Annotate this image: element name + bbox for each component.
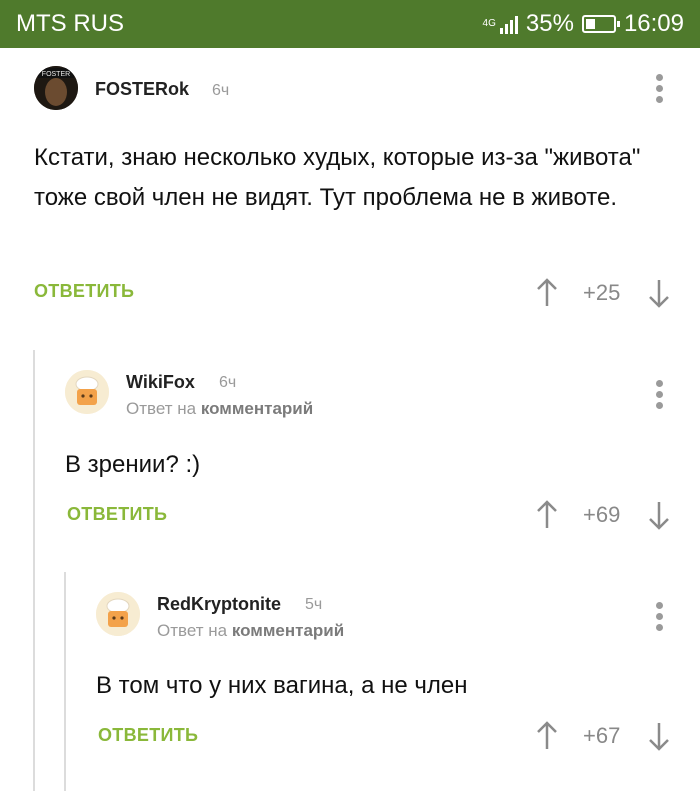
battery-percent: 35% bbox=[525, 10, 574, 37]
reply-to-link[interactable]: Ответ на комментарий bbox=[157, 621, 344, 641]
carrier-name: MTS RUS bbox=[16, 10, 124, 37]
reply-to-link[interactable]: Ответ на комментарий bbox=[126, 399, 313, 419]
network-type: 4G bbox=[482, 18, 496, 29]
comment-author[interactable]: RedKryptonite bbox=[157, 594, 281, 615]
comment: WikiFox 6ч Ответ на комментарий В зрении… bbox=[0, 350, 700, 570]
status-indicators: 4G 35% 16:09 bbox=[483, 10, 684, 38]
comment-text: В зрении? :) bbox=[65, 451, 201, 478]
comment: RedKryptonite 5ч Ответ на комментарий В … bbox=[0, 572, 700, 791]
avatar-text: FOSTER bbox=[42, 71, 70, 78]
status-bar: MTS RUS 4G 35% 16:09 bbox=[0, 0, 700, 48]
more-options-icon[interactable] bbox=[655, 74, 663, 104]
reply-to-prefix: Ответ на bbox=[157, 621, 228, 640]
avatar[interactable] bbox=[96, 592, 140, 636]
comment-author[interactable]: FOSTERok bbox=[95, 79, 189, 100]
reply-to-target: комментарий bbox=[200, 399, 314, 418]
avatar[interactable] bbox=[65, 370, 109, 414]
more-options-icon[interactable] bbox=[655, 602, 663, 632]
more-options-icon[interactable] bbox=[655, 380, 663, 410]
upvote-arrow-icon[interactable] bbox=[536, 721, 558, 751]
upvote-arrow-icon[interactable] bbox=[536, 278, 558, 308]
comment-text: Кстати, знаю несколько худых, которые из… bbox=[34, 144, 641, 211]
reply-to-prefix: Ответ на bbox=[126, 399, 197, 418]
comment-time: 6ч bbox=[219, 374, 237, 391]
reply-button[interactable]: ОТВЕТИТЬ bbox=[98, 725, 198, 746]
upvote-arrow-icon[interactable] bbox=[536, 500, 558, 530]
battery-icon bbox=[581, 15, 620, 33]
comment-author[interactable]: WikiFox bbox=[126, 372, 195, 393]
comment-score: +67 bbox=[583, 723, 621, 748]
comment-text: В том что у них вагина, а не член bbox=[96, 672, 468, 699]
comment-score: +25 bbox=[583, 280, 621, 305]
comment-score: +69 bbox=[583, 502, 621, 527]
reply-to-target: комментарий bbox=[231, 621, 345, 640]
comment-time: 6ч bbox=[212, 82, 230, 99]
downvote-arrow-icon[interactable] bbox=[648, 500, 670, 530]
reply-button[interactable]: ОТВЕТИТЬ bbox=[34, 281, 134, 302]
downvote-arrow-icon[interactable] bbox=[648, 721, 670, 751]
reply-button[interactable]: ОТВЕТИТЬ bbox=[67, 504, 167, 525]
clock: 16:09 bbox=[623, 10, 684, 37]
comment-time: 5ч bbox=[305, 596, 323, 613]
avatar[interactable]: FOSTER bbox=[34, 66, 78, 110]
signal-icon bbox=[499, 14, 518, 34]
comment: FOSTER FOSTERok 6ч Кстати, знаю нескольк… bbox=[0, 48, 700, 348]
downvote-arrow-icon[interactable] bbox=[648, 278, 670, 308]
